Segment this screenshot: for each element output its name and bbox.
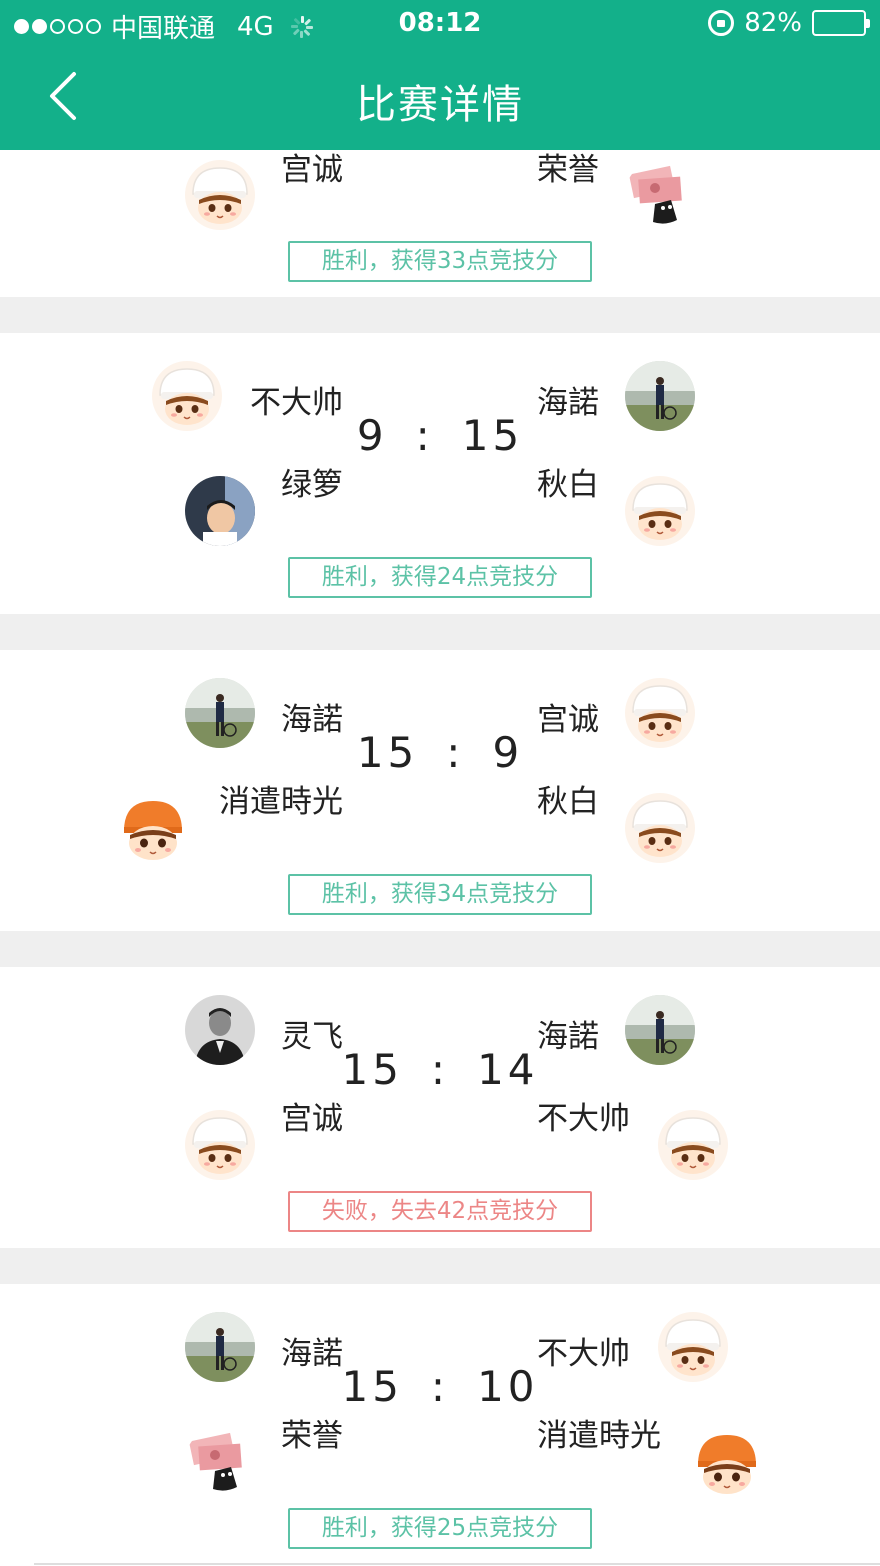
avatar [625,793,695,863]
score-left: 9 [356,411,388,460]
avatar [185,1427,255,1497]
player-name: 宫诚 [281,152,343,188]
avatar [625,476,695,546]
score-right: 9 [492,728,524,777]
avatar [658,1110,728,1180]
avatar [625,160,695,230]
match-score: 15:10 [0,1362,880,1411]
match-card[interactable]: 不大帅 海諾 9:15 绿箩 秋白 胜利，获得24点竞技分 [0,333,880,614]
score-right: 15 [461,411,524,460]
player-name: 不大帅 [537,1101,630,1137]
player-name: 消遣時光 [219,784,343,820]
score-separator: : [415,411,434,460]
result-badge: 胜利，获得24点竞技分 [288,557,592,598]
match-score: 15:9 [0,728,880,777]
score-separator: : [446,728,465,777]
player-name: 消遣時光 [537,1418,661,1454]
result-badge: 胜利，获得33点竞技分 [288,241,592,282]
match-score: 9:15 [0,411,880,460]
avatar [185,1110,255,1180]
avatar [185,160,255,230]
result-badge: 失败，失去42点竞技分 [288,1191,592,1232]
avatar [692,1429,762,1499]
player-name: 荣誉 [537,152,599,188]
avatar [118,795,188,865]
score-left: 15 [356,728,419,777]
player-name: 荣誉 [281,1418,343,1454]
orientation-lock-icon [708,10,735,36]
player-name: 绿箩 [281,467,343,503]
divider [34,1563,880,1565]
page-title: 比赛详情 [356,82,524,128]
score-right: 14 [477,1045,539,1094]
player-name: 宫诚 [281,1101,343,1137]
nav-bar: 比赛详情 [0,48,880,150]
battery-percent: 82% [744,8,802,38]
score-separator: : [430,1362,450,1411]
avatar [185,476,255,546]
player-name: 秋白 [537,467,599,503]
result-badge: 胜利，获得25点竞技分 [288,1508,592,1549]
result-badge: 胜利，获得34点竞技分 [288,874,592,915]
score-separator: : [430,1045,450,1094]
match-card[interactable]: 海諾 宫诚 15:9 消遣時光 秋白 胜利，获得34点竞技分 [0,650,880,931]
header: 中国联通 4G 08:12 82% 比赛详情 [0,0,880,150]
match-card[interactable]: 灵飞 海諾 15:14 宫诚 不大帅 失败，失去42点竞技分 [0,967,880,1248]
score-right: 10 [477,1362,539,1411]
battery-icon [812,10,870,36]
score-left: 15 [341,1362,403,1411]
player-name: 秋白 [537,784,599,820]
score-left: 15 [341,1045,403,1094]
match-card[interactable]: 海諾 不大帅 15:10 荣誉 消遣時光 胜利，获得25点竞技分 [0,1284,880,1566]
status-bar: 中国联通 4G 08:12 82% [0,0,880,48]
match-score: 15:14 [0,1045,880,1094]
